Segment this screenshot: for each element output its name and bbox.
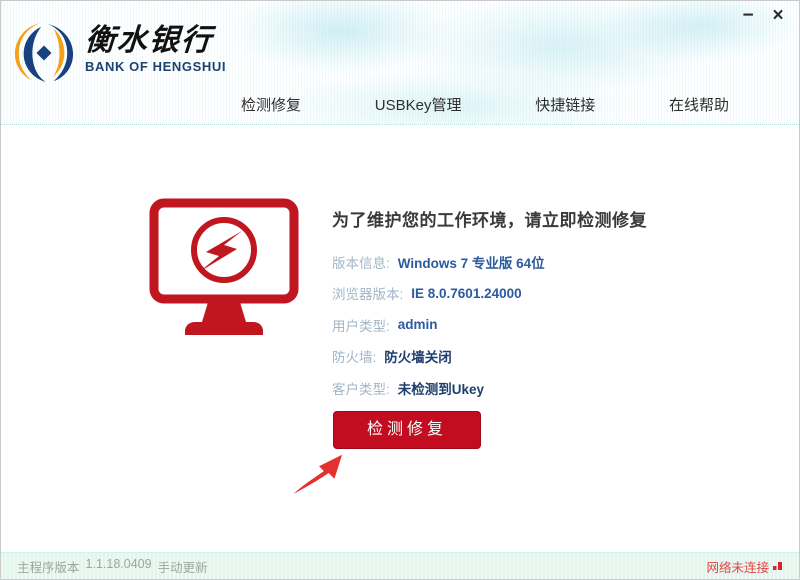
brand-logo: 衡水银行 BANK OF HENGSHUI [11, 22, 226, 89]
footer-version-info: 主程序版本 1.1.18.0409 手动更新 [17, 557, 208, 576]
bank-name-cn: 衡水银行 [84, 24, 227, 57]
monitor-lightning-icon [149, 198, 299, 343]
system-info-list: 版本信息: Windows 7 专业版 64位 浏览器版本: IE 8.0.76… [332, 246, 762, 404]
info-label: 版本信息: [332, 252, 390, 272]
network-status-text: 网络未连接 [706, 557, 769, 576]
brand-text: 衡水银行 BANK OF HENGSHUI [85, 22, 226, 74]
bank-name-en: BANK OF HENGSHUI [85, 59, 226, 74]
info-row-firewall: 防火墙: 防火墙关闭 [332, 341, 762, 373]
version-label: 主程序版本 [17, 557, 80, 576]
nav-item-usbkey[interactable]: USBKey管理 [375, 94, 462, 115]
info-label: 防火墙: [332, 346, 376, 366]
info-row-client-type: 客户类型: 未检测到Ukey [332, 372, 762, 404]
footer-status-bar: 主程序版本 1.1.18.0409 手动更新 网络未连接 [1, 552, 799, 579]
info-row-user-type: 用户类型: admin [332, 309, 762, 341]
bank-emblem-icon [11, 22, 77, 89]
repair-button[interactable]: 检测修复 [333, 411, 481, 449]
info-row-browser-version: 浏览器版本: IE 8.0.7601.24000 [332, 278, 762, 310]
status-panel: 为了维护您的工作环境，请立即检测修复 版本信息: Windows 7 专业版 6… [332, 206, 762, 404]
info-value: admin [398, 317, 438, 332]
info-row-os-version: 版本信息: Windows 7 专业版 64位 [332, 246, 762, 278]
info-value: Windows 7 专业版 64位 [398, 252, 545, 272]
network-signal-icon [773, 559, 783, 573]
network-status: 网络未连接 [706, 557, 783, 576]
info-label: 浏览器版本: [332, 283, 403, 303]
info-value: IE 8.0.7601.24000 [411, 286, 521, 301]
nav-item-repair[interactable]: 检测修复 [241, 94, 301, 115]
window-controls: − × [737, 3, 789, 27]
info-value: 未检测到Ukey [398, 378, 484, 398]
manual-update-link[interactable]: 手动更新 [158, 557, 208, 576]
page-title: 为了维护您的工作环境，请立即检测修复 [332, 206, 762, 231]
info-label: 用户类型: [332, 315, 390, 335]
info-label: 客户类型: [332, 378, 390, 398]
version-number: 1.1.18.0409 [86, 557, 152, 576]
minimize-button[interactable]: − [737, 3, 759, 27]
header: 衡水银行 BANK OF HENGSHUI − × 检测修复 USBKey管理 … [1, 1, 799, 125]
app-window: 衡水银行 BANK OF HENGSHUI − × 检测修复 USBKey管理 … [0, 0, 800, 580]
close-button[interactable]: × [767, 3, 789, 27]
nav-item-quick-links[interactable]: 快捷链接 [535, 94, 595, 115]
main-nav: 检测修复 USBKey管理 快捷链接 在线帮助 [241, 94, 729, 115]
info-value: 防火墙关闭 [384, 346, 452, 366]
pointer-arrow-icon [292, 450, 350, 501]
nav-item-online-help[interactable]: 在线帮助 [669, 94, 729, 115]
